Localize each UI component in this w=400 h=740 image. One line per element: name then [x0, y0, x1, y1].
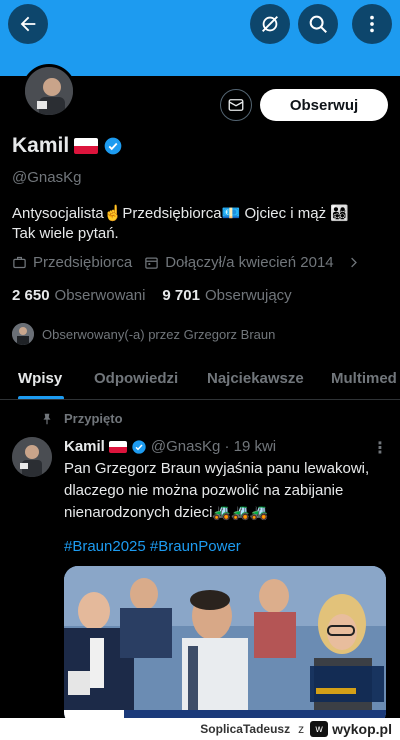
watermark-brand: wykop.pl	[332, 721, 392, 737]
more-vertical-icon	[370, 15, 374, 33]
tweet-more-icon[interactable]: ⋮	[372, 438, 388, 458]
notifications-button[interactable]	[250, 4, 290, 44]
following-label: Obserwowani	[54, 287, 146, 304]
following-count: 2 650	[12, 287, 50, 304]
profile-bio: Antysocjalista☝️Przedsiębiorca💶 Ojciec i…	[12, 204, 392, 244]
profile-name-row: Kamil	[12, 134, 123, 158]
tweet-text-line: dlaczego nie można pozwolić na zabijanie	[64, 482, 344, 499]
followed-by-row[interactable]: Obserwowany(-a) przez Grzegorz Braun	[12, 323, 275, 345]
profile-banner[interactable]	[0, 0, 400, 76]
poland-flag-icon	[74, 138, 99, 154]
poland-flag-icon	[108, 440, 127, 453]
calendar-icon	[145, 257, 158, 269]
no-notifications-icon	[262, 16, 278, 32]
verified-badge-icon	[104, 137, 122, 155]
verified-badge-icon	[132, 439, 146, 454]
joined-text: Dołączył/a kwiecień 2014	[165, 254, 334, 271]
profile-name: Kamil	[12, 134, 70, 157]
tweet-hashtags[interactable]: #Braun2025 #BraunPower	[64, 538, 241, 555]
bio-line: Tak wiele pytań.	[12, 225, 119, 242]
watermark-suffix: z	[298, 722, 305, 736]
followers-link[interactable]: 9 701 Obserwujący	[162, 287, 291, 304]
envelope-icon	[228, 99, 244, 111]
search-icon	[309, 15, 327, 33]
followers-count: 9 701	[162, 287, 200, 304]
wykop-logo-icon: w	[310, 721, 329, 737]
tab-replies[interactable]: Odpowiedzi	[94, 370, 178, 387]
pinned-label: Przypięto	[40, 411, 123, 426]
following-link[interactable]: 2 650 Obserwowani	[12, 287, 145, 304]
tweet-avatar[interactable]	[12, 437, 52, 477]
tab-highlights[interactable]: Najciekawsze	[207, 370, 304, 387]
pin-icon	[43, 413, 51, 424]
bio-line: Antysocjalista☝️Przedsiębiorca💶 Ojciec i…	[12, 205, 349, 222]
pinned-text: Przypięto	[64, 411, 123, 426]
watermark-user: SoplicaTadeusz	[200, 722, 291, 736]
more-button[interactable]	[352, 4, 392, 44]
profile-tabs: Wpisy Odpowiedzi Najciekawsze Multimed	[0, 360, 400, 400]
category-text: Przedsiębiorca	[33, 254, 133, 271]
tweet-handle-time: @GnasKg · 19 kwi	[150, 438, 277, 455]
active-tab-indicator	[18, 396, 64, 399]
profile-category: Przedsiębiorca	[12, 254, 132, 271]
profile-avatar[interactable]	[22, 64, 76, 118]
tweet-text: Pan Grzegorz Braun wyjaśnia panu lewakow…	[64, 458, 384, 524]
tv-debate-image	[64, 566, 386, 726]
back-button[interactable]	[8, 4, 48, 44]
profile-handle: @GnasKg	[12, 169, 82, 186]
followers-label: Obserwujący	[204, 287, 292, 304]
tab-media[interactable]: Multimed	[331, 370, 397, 387]
tab-posts[interactable]: Wpisy	[18, 370, 62, 387]
follower-avatar	[12, 323, 34, 345]
followed-by-text: Obserwowany(-a) przez Grzegorz Braun	[42, 326, 276, 342]
tweet-text-line: Pan Grzegorz Braun wyjaśnia panu lewakow…	[64, 460, 370, 477]
search-button[interactable]	[298, 4, 338, 44]
briefcase-icon	[13, 256, 26, 269]
profile-stats: 2 650 Obserwowani 9 701 Obserwujący	[12, 287, 309, 304]
chevron-right-icon[interactable]	[346, 255, 361, 270]
message-button[interactable]	[220, 89, 252, 121]
profile-joined: Dołączył/a kwiecień 2014	[144, 254, 334, 271]
tweet-header: Kamil @GnasKg · 19 kwi	[64, 438, 276, 455]
tweet-video-thumbnail[interactable]	[64, 566, 386, 726]
tweet-author-name[interactable]: Kamil	[64, 438, 105, 455]
follow-button[interactable]: Obserwuj	[260, 89, 388, 121]
profile-meta: Przedsiębiorca Dołączył/a kwiecień 2014	[12, 254, 367, 271]
arrow-left-icon	[20, 16, 36, 32]
watermark-bar: SoplicaTadeusz z w wykop.pl	[0, 718, 400, 740]
tweet-text-line: nienarodzonych dzieci🚜🚜🚜	[64, 504, 269, 521]
